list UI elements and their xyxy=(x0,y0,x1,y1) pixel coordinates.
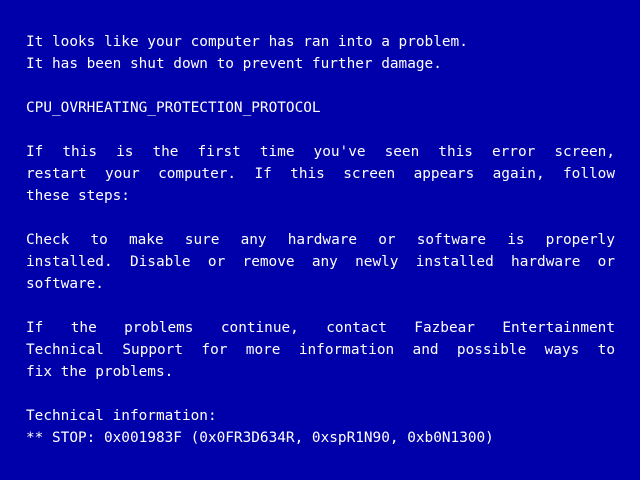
check-hardware-instructions: Check to make sure any hardware or softw… xyxy=(26,229,615,295)
instruction-line: If this is the first time you've seen th… xyxy=(26,144,615,160)
intro-line: It has been shut down to prevent further… xyxy=(26,56,442,72)
error-code-block: CPU_OVRHEATING_PROTECTION_PROTOCOL xyxy=(26,97,615,119)
technical-heading: Technical information: xyxy=(26,408,217,424)
instruction-line: these steps: xyxy=(26,188,130,204)
instruction-line: Technical Support for more information a… xyxy=(26,342,615,358)
instruction-line: If the problems continue, contact Fazbea… xyxy=(26,320,615,336)
technical-information: Technical information: ** STOP: 0x001983… xyxy=(26,405,615,449)
instruction-line: installed. Disable or remove any newly i… xyxy=(26,254,615,270)
intro-line: It looks like your computer has ran into… xyxy=(26,34,468,50)
instruction-line: fix the problems. xyxy=(26,364,174,380)
error-code: CPU_OVRHEATING_PROTECTION_PROTOCOL xyxy=(26,100,321,116)
support-instructions: If the problems continue, contact Fazbea… xyxy=(26,317,615,383)
bsod-screen: It looks like your computer has ran into… xyxy=(0,0,640,480)
intro-message: It looks like your computer has ran into… xyxy=(26,31,615,75)
instruction-line: software. xyxy=(26,276,104,292)
stop-code-line: ** STOP: 0x001983F (0x0FR3D634R, 0xspR1N… xyxy=(26,430,494,446)
instruction-line: Check to make sure any hardware or softw… xyxy=(26,232,615,248)
first-time-instructions: If this is the first time you've seen th… xyxy=(26,141,615,207)
instruction-line: restart your computer. If this screen ap… xyxy=(26,166,615,182)
